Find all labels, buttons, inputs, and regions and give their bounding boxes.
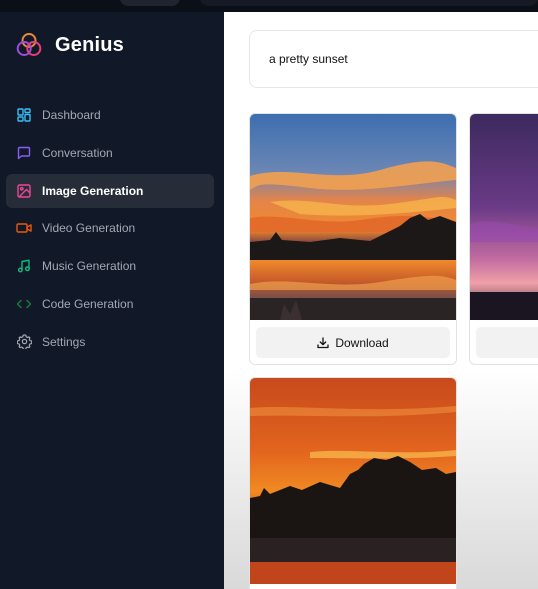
top-strip-pill [120, 0, 180, 6]
brand-name: Genius [55, 33, 124, 56]
sidebar-item-conversation[interactable]: Conversation [6, 136, 214, 170]
brand[interactable]: Genius [16, 32, 124, 58]
sidebar: Genius Dashboard Conversation Image Gene… [0, 12, 224, 589]
image-card [469, 113, 538, 365]
sidebar-item-label: Settings [42, 334, 86, 349]
sidebar-item-video-generation[interactable]: Video Generation [6, 211, 214, 245]
sidebar-item-label: Music Generation [42, 259, 137, 274]
music-icon [16, 258, 32, 274]
download-icon [317, 336, 329, 348]
browser-top-strip [0, 0, 538, 12]
top-strip-bar [200, 0, 538, 6]
sidebar-item-label: Image Generation [42, 183, 144, 198]
image-card: Download [249, 113, 457, 365]
sidebar-item-image-generation[interactable]: Image Generation [6, 173, 214, 208]
sidebar-item-label: Code Generation [42, 296, 134, 311]
code-icon [16, 296, 32, 312]
sidebar-item-code-generation[interactable]: Code Generation [6, 287, 214, 321]
genius-logo-icon [16, 33, 42, 56]
sidebar-item-label: Conversation [42, 145, 113, 160]
prompt-input[interactable] [269, 52, 538, 66]
sidebar-item-dashboard[interactable]: Dashboard [6, 98, 214, 132]
sidebar-nav: Dashboard Conversation Image Generation [6, 98, 214, 363]
main-content: Download [224, 12, 538, 589]
generated-image-sunset-lake [250, 114, 456, 320]
sidebar-item-label: Dashboard [42, 108, 101, 122]
video-icon [16, 220, 32, 236]
download-button[interactable]: Download [256, 327, 450, 358]
settings-icon [16, 334, 32, 350]
message-square-icon [16, 145, 32, 161]
generated-image-orange-sunset-trees [250, 378, 456, 584]
sidebar-item-music-generation[interactable]: Music Generation [6, 249, 214, 283]
generated-image-purple-sunset [470, 114, 538, 320]
prompt-form [249, 30, 538, 88]
sidebar-item-settings[interactable]: Settings [6, 325, 214, 359]
image-card [249, 377, 457, 589]
download-button[interactable] [476, 327, 538, 358]
sidebar-item-label: Video Generation [42, 221, 136, 236]
layout-dashboard-icon [16, 107, 32, 123]
image-icon [16, 183, 32, 199]
download-label: Download [335, 335, 389, 350]
